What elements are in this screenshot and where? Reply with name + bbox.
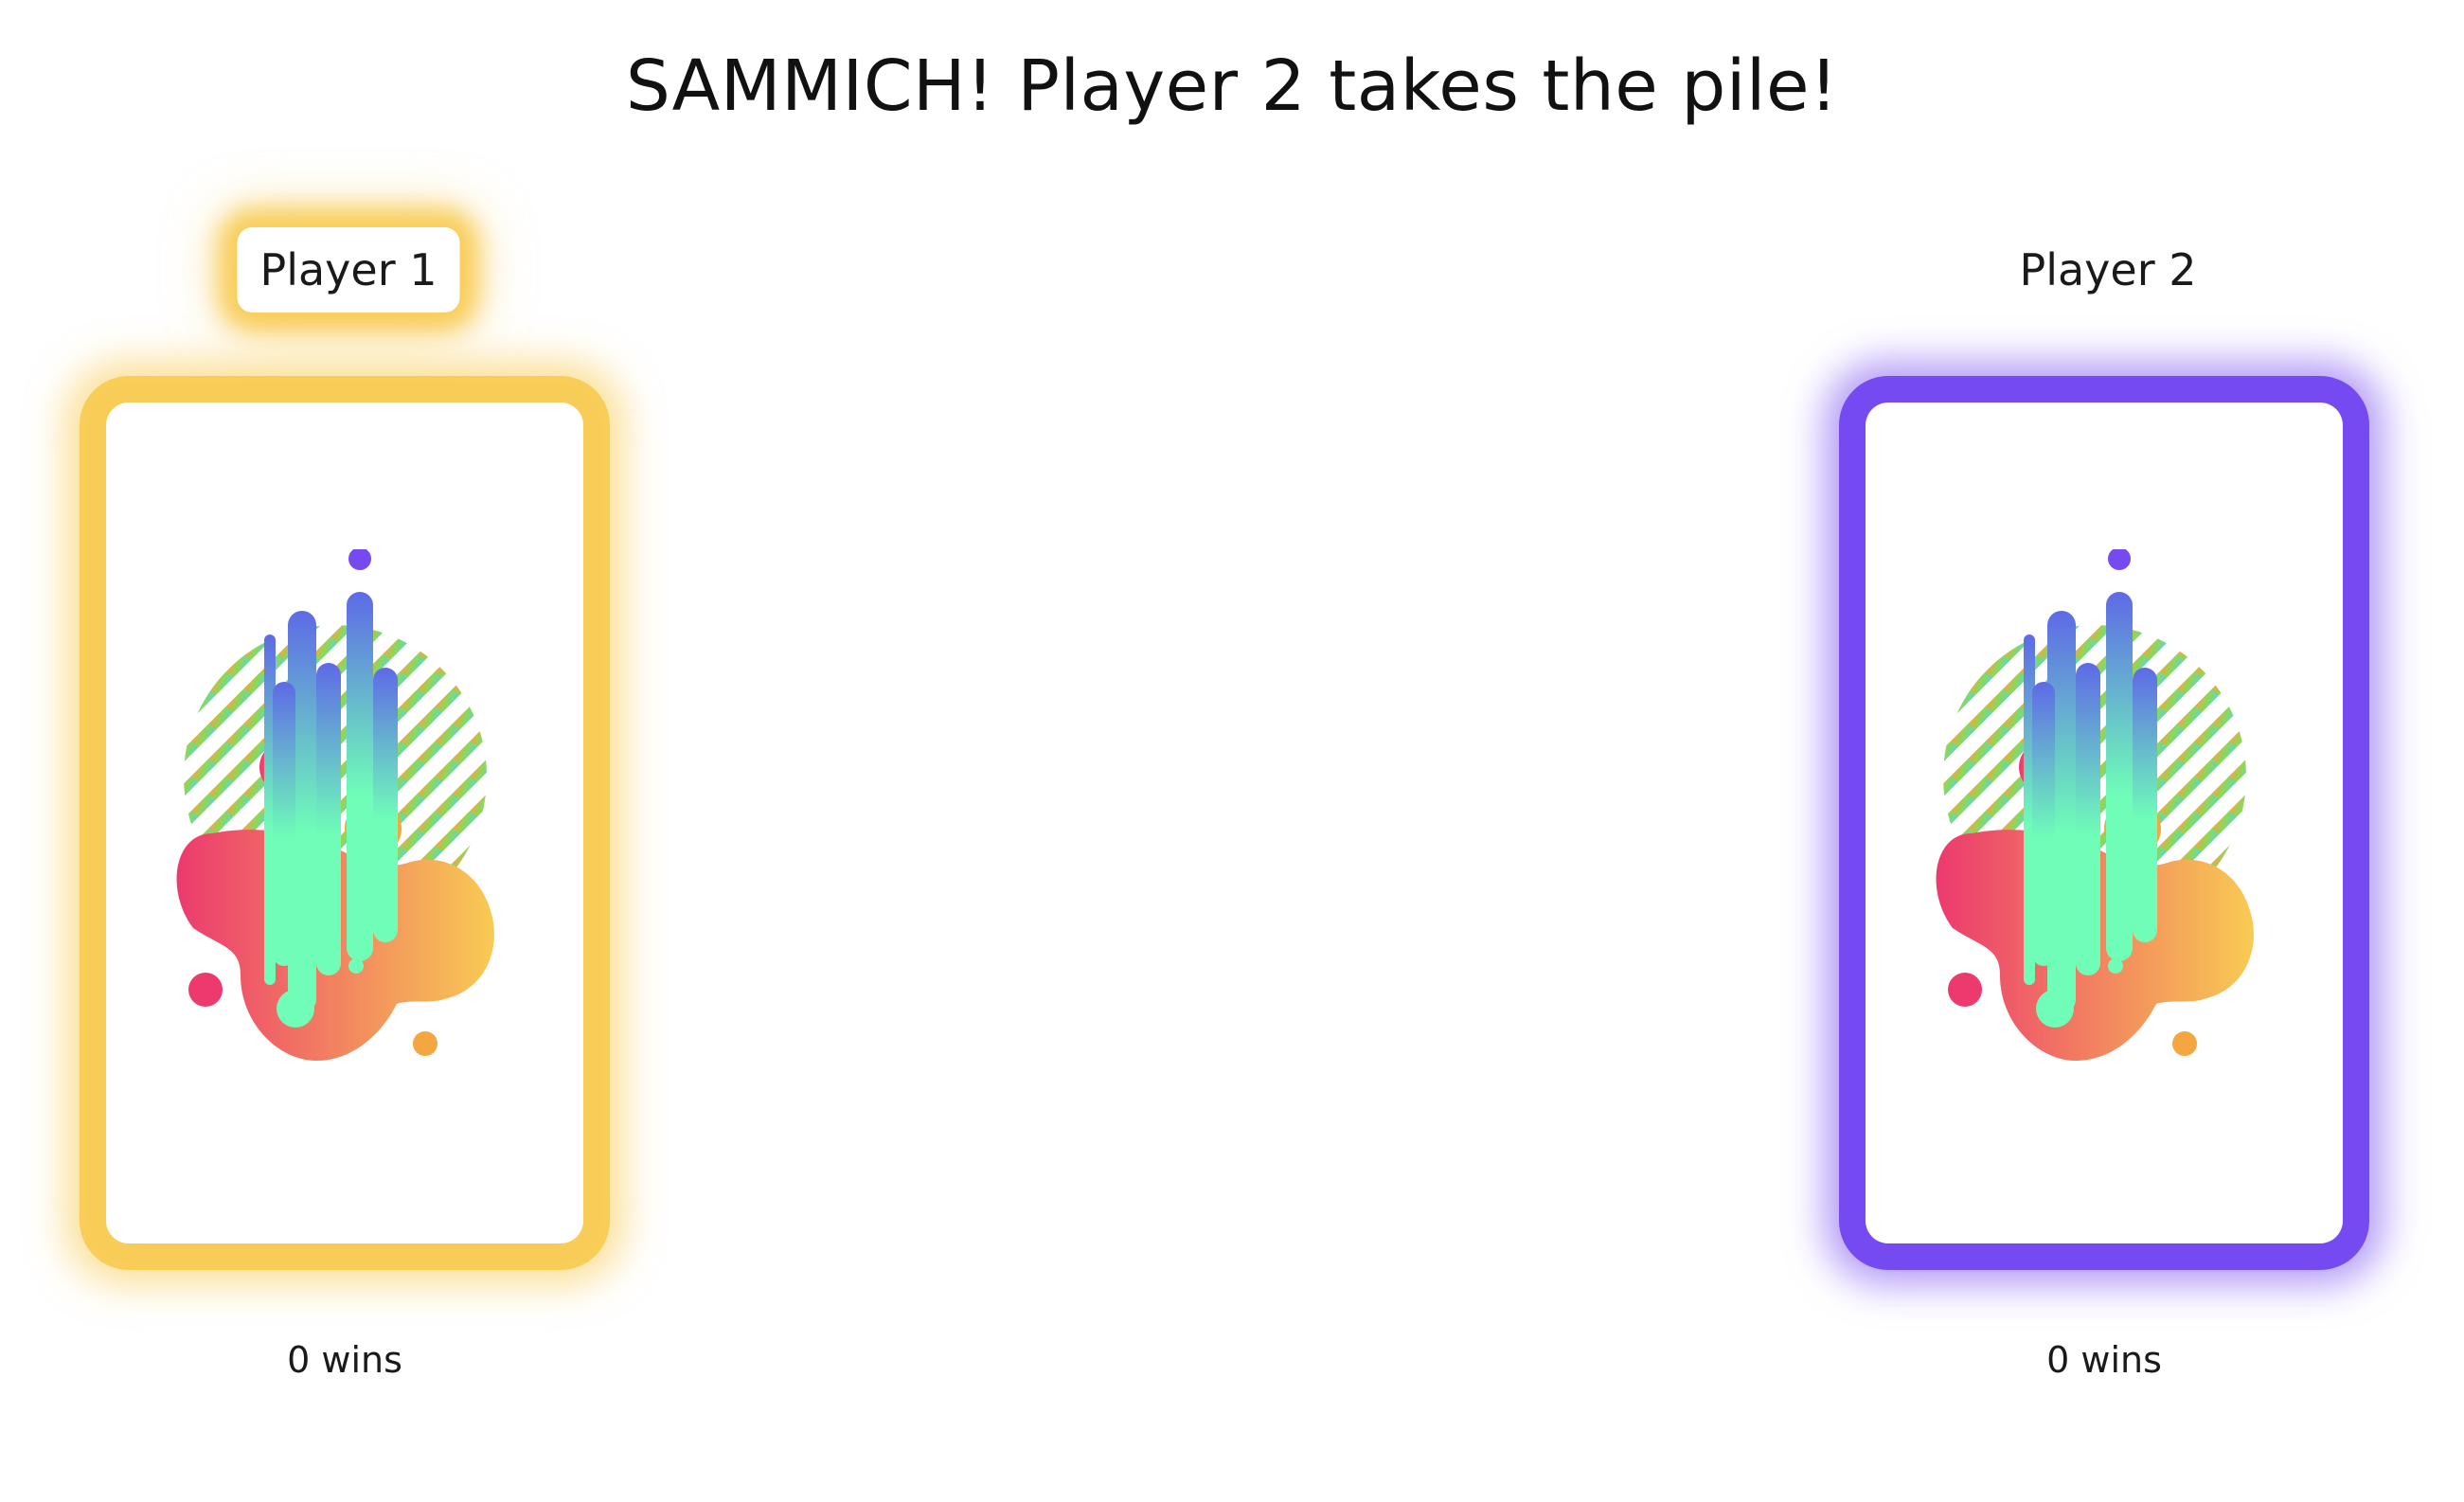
card-back-art-icon [1936, 549, 2254, 1061]
card-back-art-icon [176, 549, 494, 1061]
player-1-area: Player 1 0 wins [102, 0, 595, 1502]
player-2-wins: 0 wins [2046, 1339, 2162, 1381]
player-1-wins: 0 wins [287, 1339, 402, 1381]
player-2-card-deck[interactable] [1866, 402, 2343, 1243]
player-1-name-tag: Player 1 [237, 227, 460, 313]
player-2-name-tag: Player 2 [1996, 227, 2220, 313]
player-2-area: Player 2 0 wins [1862, 0, 2354, 1502]
player-1-card-deck[interactable] [106, 402, 583, 1243]
game-board: SAMMICH! Player 2 takes the pile! Player… [0, 0, 2464, 1502]
